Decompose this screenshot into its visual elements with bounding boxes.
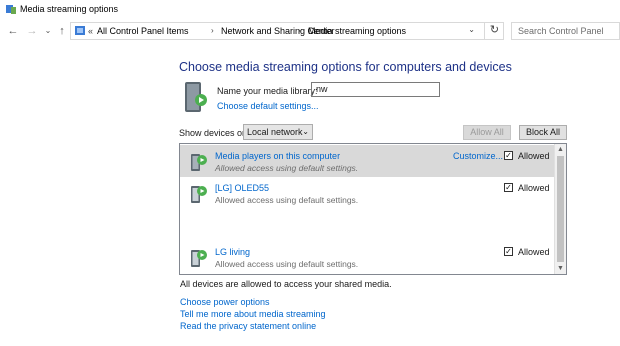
device-name[interactable]: Media players on this computer bbox=[215, 151, 340, 161]
choose-default-settings-link[interactable]: Choose default settings... bbox=[217, 101, 319, 111]
breadcrumb-media-streaming-options[interactable]: Media streaming options bbox=[308, 26, 406, 36]
title-bar: Media streaming options bbox=[0, 0, 620, 20]
device-status: Allowed access using default settings. bbox=[215, 259, 359, 269]
scroll-up-icon[interactable]: ▲ bbox=[555, 144, 566, 155]
refresh-icon[interactable]: ↻ bbox=[484, 22, 504, 40]
device-name[interactable]: LG living bbox=[215, 247, 250, 257]
library-name-label: Name your media library: bbox=[217, 86, 318, 96]
show-devices-select[interactable]: Local network ⌄ bbox=[243, 124, 313, 140]
library-name-input[interactable]: nw bbox=[311, 82, 440, 97]
search-input[interactable]: Search Control Panel bbox=[511, 22, 620, 40]
allowed-checkbox[interactable]: ✓ bbox=[504, 151, 513, 160]
device-status: Allowed access using default settings. bbox=[215, 163, 359, 173]
breadcrumb-separator-icon[interactable]: › bbox=[211, 26, 214, 35]
recent-locations-chevron-icon[interactable]: ⌄ bbox=[41, 24, 55, 38]
breadcrumb-all-control-panel-items[interactable]: All Control Panel Items bbox=[97, 26, 189, 36]
allowed-checkbox[interactable]: ✓ bbox=[504, 247, 513, 256]
control-panel-icon bbox=[75, 26, 85, 35]
allowed-label: Allowed bbox=[518, 151, 550, 161]
tv-device-icon bbox=[191, 250, 207, 267]
scroll-thumb[interactable] bbox=[557, 156, 564, 262]
forward-arrow-icon[interactable]: → bbox=[25, 24, 39, 38]
show-devices-label: Show devices on: bbox=[179, 128, 250, 138]
chevron-down-icon: ⌄ bbox=[302, 127, 309, 136]
back-arrow-icon[interactable]: ← bbox=[6, 24, 20, 38]
device-row-lg-oled55[interactable]: [LG] OLED55 Allowed access using default… bbox=[180, 177, 555, 209]
allow-all-button[interactable]: Allow All bbox=[463, 125, 511, 140]
breadcrumb-separator-icon[interactable]: › bbox=[298, 26, 301, 35]
media-streaming-info-link[interactable]: Tell me more about media streaming bbox=[180, 309, 326, 319]
scroll-down-icon[interactable]: ▼ bbox=[555, 263, 566, 274]
privacy-statement-link[interactable]: Read the privacy statement online bbox=[180, 321, 316, 331]
page-heading: Choose media streaming options for compu… bbox=[179, 60, 512, 74]
device-list: Media players on this computer Allowed a… bbox=[179, 143, 567, 275]
breadcrumb-overflow-icon[interactable]: « bbox=[88, 26, 93, 36]
show-devices-value: Local network bbox=[247, 127, 303, 137]
media-library-icon bbox=[185, 82, 207, 112]
device-status: Allowed access using default settings. bbox=[215, 195, 359, 205]
address-dropdown-icon[interactable]: ⌄ bbox=[468, 25, 475, 34]
media-player-device-icon bbox=[191, 154, 207, 171]
up-arrow-icon[interactable]: ↑ bbox=[55, 24, 69, 38]
allowed-checkbox[interactable]: ✓ bbox=[504, 183, 513, 192]
vertical-scrollbar[interactable]: ▲ ▼ bbox=[554, 144, 566, 274]
window-title: Media streaming options bbox=[20, 4, 119, 14]
allowed-label: Allowed bbox=[518, 247, 550, 257]
navigation-bar: ← → ⌄ ↑ « All Control Panel Items › Netw… bbox=[0, 20, 620, 44]
block-all-button[interactable]: Block All bbox=[519, 125, 567, 140]
shared-media-note: All devices are allowed to access your s… bbox=[180, 279, 392, 289]
choose-power-options-link[interactable]: Choose power options bbox=[180, 297, 270, 307]
address-bar[interactable]: « All Control Panel Items › Network and … bbox=[70, 22, 504, 40]
tv-device-icon bbox=[191, 186, 207, 203]
customize-link[interactable]: Customize... bbox=[453, 151, 503, 161]
device-name[interactable]: [LG] OLED55 bbox=[215, 183, 269, 193]
device-row-media-players[interactable]: Media players on this computer Allowed a… bbox=[180, 145, 555, 177]
media-streaming-icon bbox=[6, 5, 16, 14]
allowed-label: Allowed bbox=[518, 183, 550, 193]
device-row-lg-living[interactable]: LG living Allowed access using default s… bbox=[180, 241, 555, 273]
